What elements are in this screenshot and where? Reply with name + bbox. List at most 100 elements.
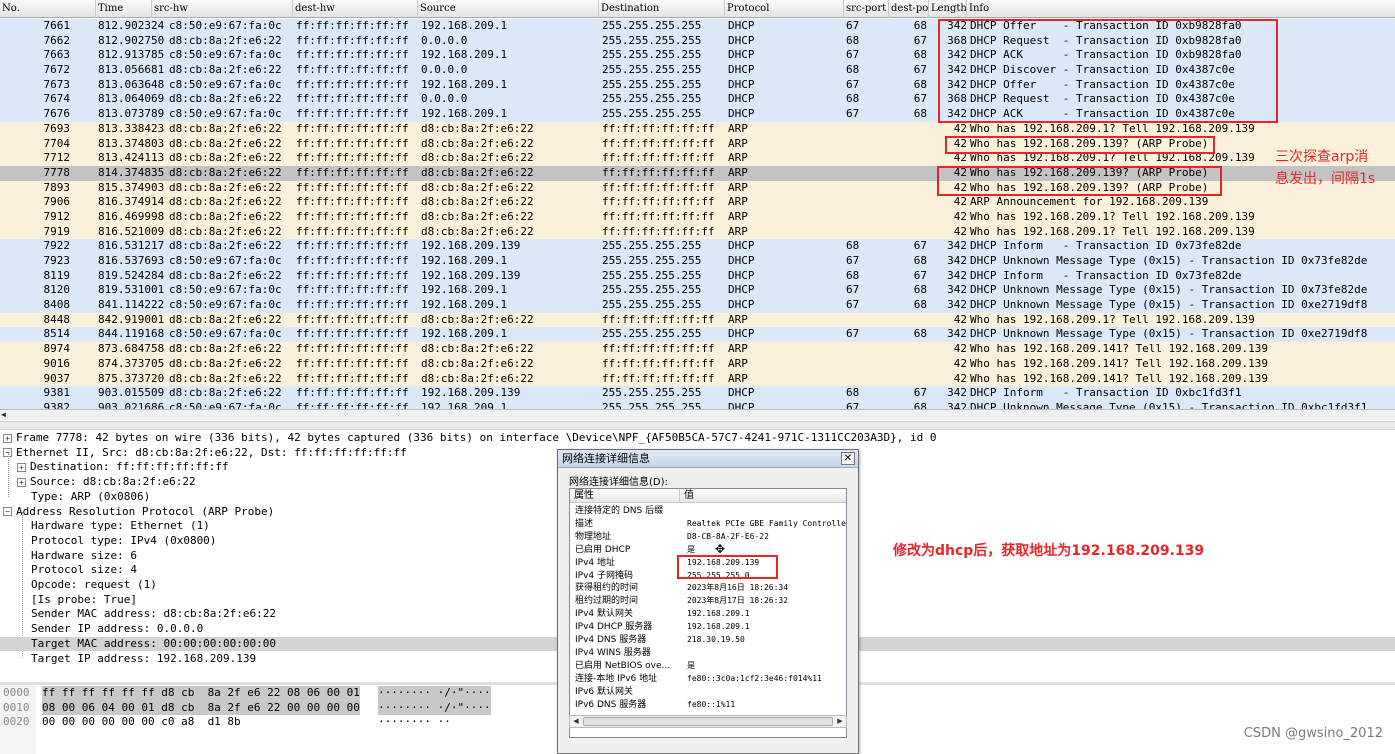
detail-ethernet[interactable]: − Ethernet II, Src: d8:cb:8a:2f:e6:22, Ds…: [3, 446, 407, 461]
packet-cell-len: 42: [953, 224, 967, 238]
detail-arp[interactable]: − Address Resolution Protocol (ARP Probe): [3, 505, 274, 520]
detail-eth-type[interactable]: Type: ARP (0x0806): [31, 490, 150, 505]
packet-row[interactable]: 7919 816.521009 d8:cb:8a:2f:e6:22 ff:ff:ff:…: [0, 224, 1395, 240]
packet-cell-proto: ARP: [728, 312, 748, 326]
arp-field[interactable]: Hardware size: 6: [0, 549, 137, 564]
arp-field[interactable]: Opcode: request (1): [0, 578, 157, 593]
packet-row[interactable]: 7906 816.374914 d8:cb:8a:2f:e6:22 ff:ff:ff:…: [0, 195, 1395, 210]
details-row[interactable]: 已启用 NetBIOS ove... 是: [570, 660, 846, 673]
pane-splitter[interactable]: [0, 421, 1395, 430]
details-hscrollbar[interactable]: ◀ ▶: [569, 715, 847, 728]
bytes-hex[interactable]: ff ff ff ff ff ff d8 cb 8a 2f e6 22 08 0…: [42, 686, 360, 701]
expand-icon[interactable]: +: [17, 462, 26, 472]
collapse-icon[interactable]: −: [3, 507, 12, 516]
packet-row[interactable]: 7693 813.338423 d8:cb:8a:2f:e6:22 ff:ff:ff:…: [0, 121, 1395, 137]
packet-cell-proto: DHCP: [728, 239, 755, 253]
packet-row[interactable]: 7912 816.469998 d8:cb:8a:2f:e6:22 ff:ff:ff:…: [0, 209, 1395, 225]
packet-row[interactable]: 9037 875.373720 d8:cb:8a:2f:e6:22 ff:ff:ff:…: [0, 371, 1395, 387]
bytes-hex[interactable]: 08 00 06 04 00 01 d8 cb 8a 2f e6 22 00 0…: [42, 700, 360, 716]
scroll-right-icon[interactable]: ▶: [834, 716, 846, 727]
arp-field[interactable]: Protocol type: IPv4 (0x0800): [0, 534, 216, 549]
column-header-destination[interactable]: Destination: [599, 0, 725, 18]
column-header-protocol[interactable]: Protocol: [725, 0, 844, 18]
packet-cell-proto: DHCP: [728, 283, 755, 297]
column-header-source[interactable]: Source: [418, 0, 599, 18]
details-row[interactable]: 物理地址 D8-CB-8A-2F-E6-22: [570, 531, 846, 544]
packet-row[interactable]: 9381 903.015509 d8:cb:8a:2f:e6:22 ff:ff:ff:…: [0, 386, 1395, 401]
column-header-no[interactable]: No.: [0, 0, 96, 18]
bytes-offset[interactable]: 0010: [3, 701, 30, 716]
packet-cell-dst: ff:ff:ff:ff:ff:ff: [602, 121, 715, 135]
details-row[interactable]: IPv4 默认网关 192.168.209.1: [570, 608, 846, 621]
details-row[interactable]: 连接-本地 IPv6 地址 fe80::3c0a:1cf2:3e46:f014%1…: [570, 673, 846, 686]
column-header-dest-hw[interactable]: dest-hw: [293, 0, 418, 18]
column-header-src-port[interactable]: src-port: [844, 0, 889, 18]
arp-field[interactable]: Protocol size: 4: [0, 563, 137, 578]
arp-field[interactable]: Target IP address: 192.168.209.139: [0, 652, 256, 667]
packet-row[interactable]: 8408 841.114222 c8:50:e9:67:fa:0c ff:ff:ff:…: [0, 298, 1395, 313]
column-header-info[interactable]: Info: [967, 0, 1395, 18]
expand-icon[interactable]: +: [3, 433, 12, 443]
bytes-offset[interactable]: 0020: [3, 715, 30, 730]
packet-cell-dst: ff:ff:ff:ff:ff:ff: [602, 342, 715, 356]
details-row-property: IPv6 DNS 服务器: [575, 699, 647, 710]
column-header-value[interactable]: 值: [680, 489, 694, 503]
packet-cell-no: 7673: [43, 77, 71, 91]
column-header-time[interactable]: Time: [96, 0, 152, 18]
arp-field-text: [Is probe: True]: [31, 592, 137, 606]
arp-field[interactable]: Sender MAC address: d8:cb:8a:2f:e6:22: [0, 607, 276, 622]
scroll-left-icon[interactable]: ◀: [570, 716, 582, 727]
details-row[interactable]: IPv4 WINS 服务器: [570, 647, 846, 660]
column-header-length[interactable]: Length: [929, 0, 967, 18]
packet-cell-srchw: d8:cb:8a:2f:e6:22: [169, 92, 282, 106]
bytes-hex[interactable]: 00 00 00 00 00 00 c0 a8 d1 8b: [42, 715, 241, 730]
packet-row[interactable]: 9016 874.373705 d8:cb:8a:2f:e6:22 ff:ff:ff:…: [0, 356, 1395, 372]
packet-row[interactable]: 8514 844.119168 c8:50:e9:67:fa:0c ff:ff:ff:…: [0, 327, 1395, 343]
column-header-dest-port[interactable]: dest-po: [889, 0, 929, 18]
details-row[interactable]: IPv4 DHCP 服务器 192.168.209.1: [570, 621, 846, 634]
close-icon[interactable]: ✕: [841, 452, 855, 465]
scroll-thumb[interactable]: [583, 717, 833, 726]
bytes-ascii[interactable]: ········ ·/·"····: [378, 686, 491, 701]
packet-cell-len: 42: [953, 121, 967, 135]
packet-cell-len: 42: [953, 195, 967, 209]
details-row-value: Realtek PCIe GBE Family Controller: [687, 518, 847, 528]
details-row[interactable]: 连接特定的 DNS 后缀: [570, 505, 846, 518]
scroll-left-icon[interactable]: ◀: [1, 410, 11, 420]
details-row[interactable]: 描述 Realtek PCIe GBE Family Controller: [570, 518, 846, 531]
packet-cell-sport: 68: [846, 239, 860, 253]
detail-eth-destination[interactable]: + Destination: ff:ff:ff:ff:ff:ff: [17, 460, 229, 475]
arp-field[interactable]: Sender IP address: 0.0.0.0: [0, 622, 203, 637]
packet-cell-dport: 67: [913, 239, 927, 253]
packet-cell-no: 9381: [43, 386, 71, 400]
details-row[interactable]: IPv6 DNS 服务器 fe80::1%11: [570, 699, 846, 712]
expand-icon[interactable]: +: [17, 477, 26, 487]
details-list[interactable]: 属性 值 连接特定的 DNS 后缀 描述 Realtek PCIe GBE Fami…: [569, 488, 847, 738]
packet-cell-time: 842.919001: [98, 312, 165, 326]
packet-cell-dst: ff:ff:ff:ff:ff:ff: [602, 356, 715, 370]
arp-field[interactable]: [Is probe: True]: [0, 593, 137, 608]
details-row[interactable]: 获得租约的时间 2023年8月16日 18:26:34: [570, 582, 846, 595]
packet-row[interactable]: 8120 819.531001 c8:50:e9:67:fa:0c ff:ff:ff:…: [0, 283, 1395, 299]
column-header-src-hw[interactable]: src-hw: [152, 0, 293, 18]
detail-frame[interactable]: + Frame 7778: 42 bytes on wire (336 bits)…: [3, 431, 937, 446]
packet-row[interactable]: 7922 816.531217 d8:cb:8a:2f:e6:22 ff:ff:ff:…: [0, 239, 1395, 254]
column-header-property[interactable]: 属性: [570, 489, 594, 503]
packet-cell-dst: ff:ff:ff:ff:ff:ff: [602, 209, 715, 223]
packet-row[interactable]: 8974 873.684758 d8:cb:8a:2f:e6:22 ff:ff:ff:…: [0, 342, 1395, 357]
bytes-ascii[interactable]: ········ ·/·"····: [378, 700, 491, 716]
bytes-offset[interactable]: 0000: [3, 686, 30, 701]
details-row[interactable]: 租约过期的时间 2023年8月17日 18:26:32: [570, 595, 846, 608]
packet-row[interactable]: 8448 842.919001 d8:cb:8a:2f:e6:22 ff:ff:ff:…: [0, 312, 1395, 328]
arp-field[interactable]: Hardware type: Ethernet (1): [0, 519, 210, 534]
detail-eth-source[interactable]: + Source: d8:cb:8a:2f:e6:22: [17, 475, 196, 490]
packet-list-hscrollbar[interactable]: ◀: [0, 409, 1395, 420]
packet-cell-len: 342: [947, 283, 967, 297]
packet-cell-dst: 255.255.255.255: [602, 19, 702, 32]
bytes-ascii[interactable]: ········ ··: [378, 715, 451, 730]
packet-row[interactable]: 8119 819.524284 d8:cb:8a:2f:e6:22 ff:ff:ff:…: [0, 268, 1395, 284]
packet-cell-src: d8:cb:8a:2f:e6:22: [421, 342, 534, 356]
packet-row[interactable]: 7923 816.537693 c8:50:e9:67:fa:0c ff:ff:ff:…: [0, 254, 1395, 269]
details-row[interactable]: IPv4 DNS 服务器 218.30.19.50: [570, 634, 846, 647]
details-row[interactable]: IPv6 默认网关: [570, 686, 846, 699]
